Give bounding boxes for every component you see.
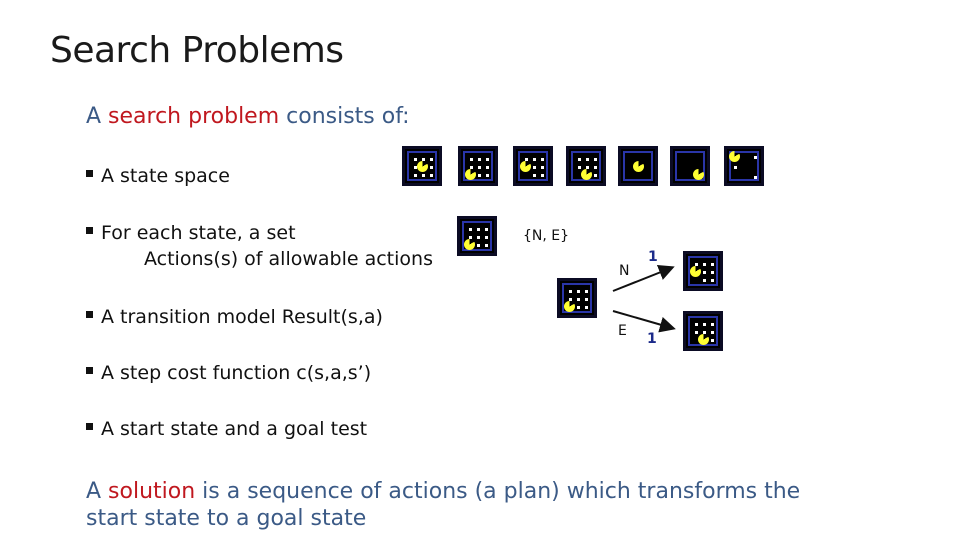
arrow-icon [612, 310, 676, 333]
arrow-icon [612, 264, 675, 292]
transition-arrows [612, 264, 676, 333]
